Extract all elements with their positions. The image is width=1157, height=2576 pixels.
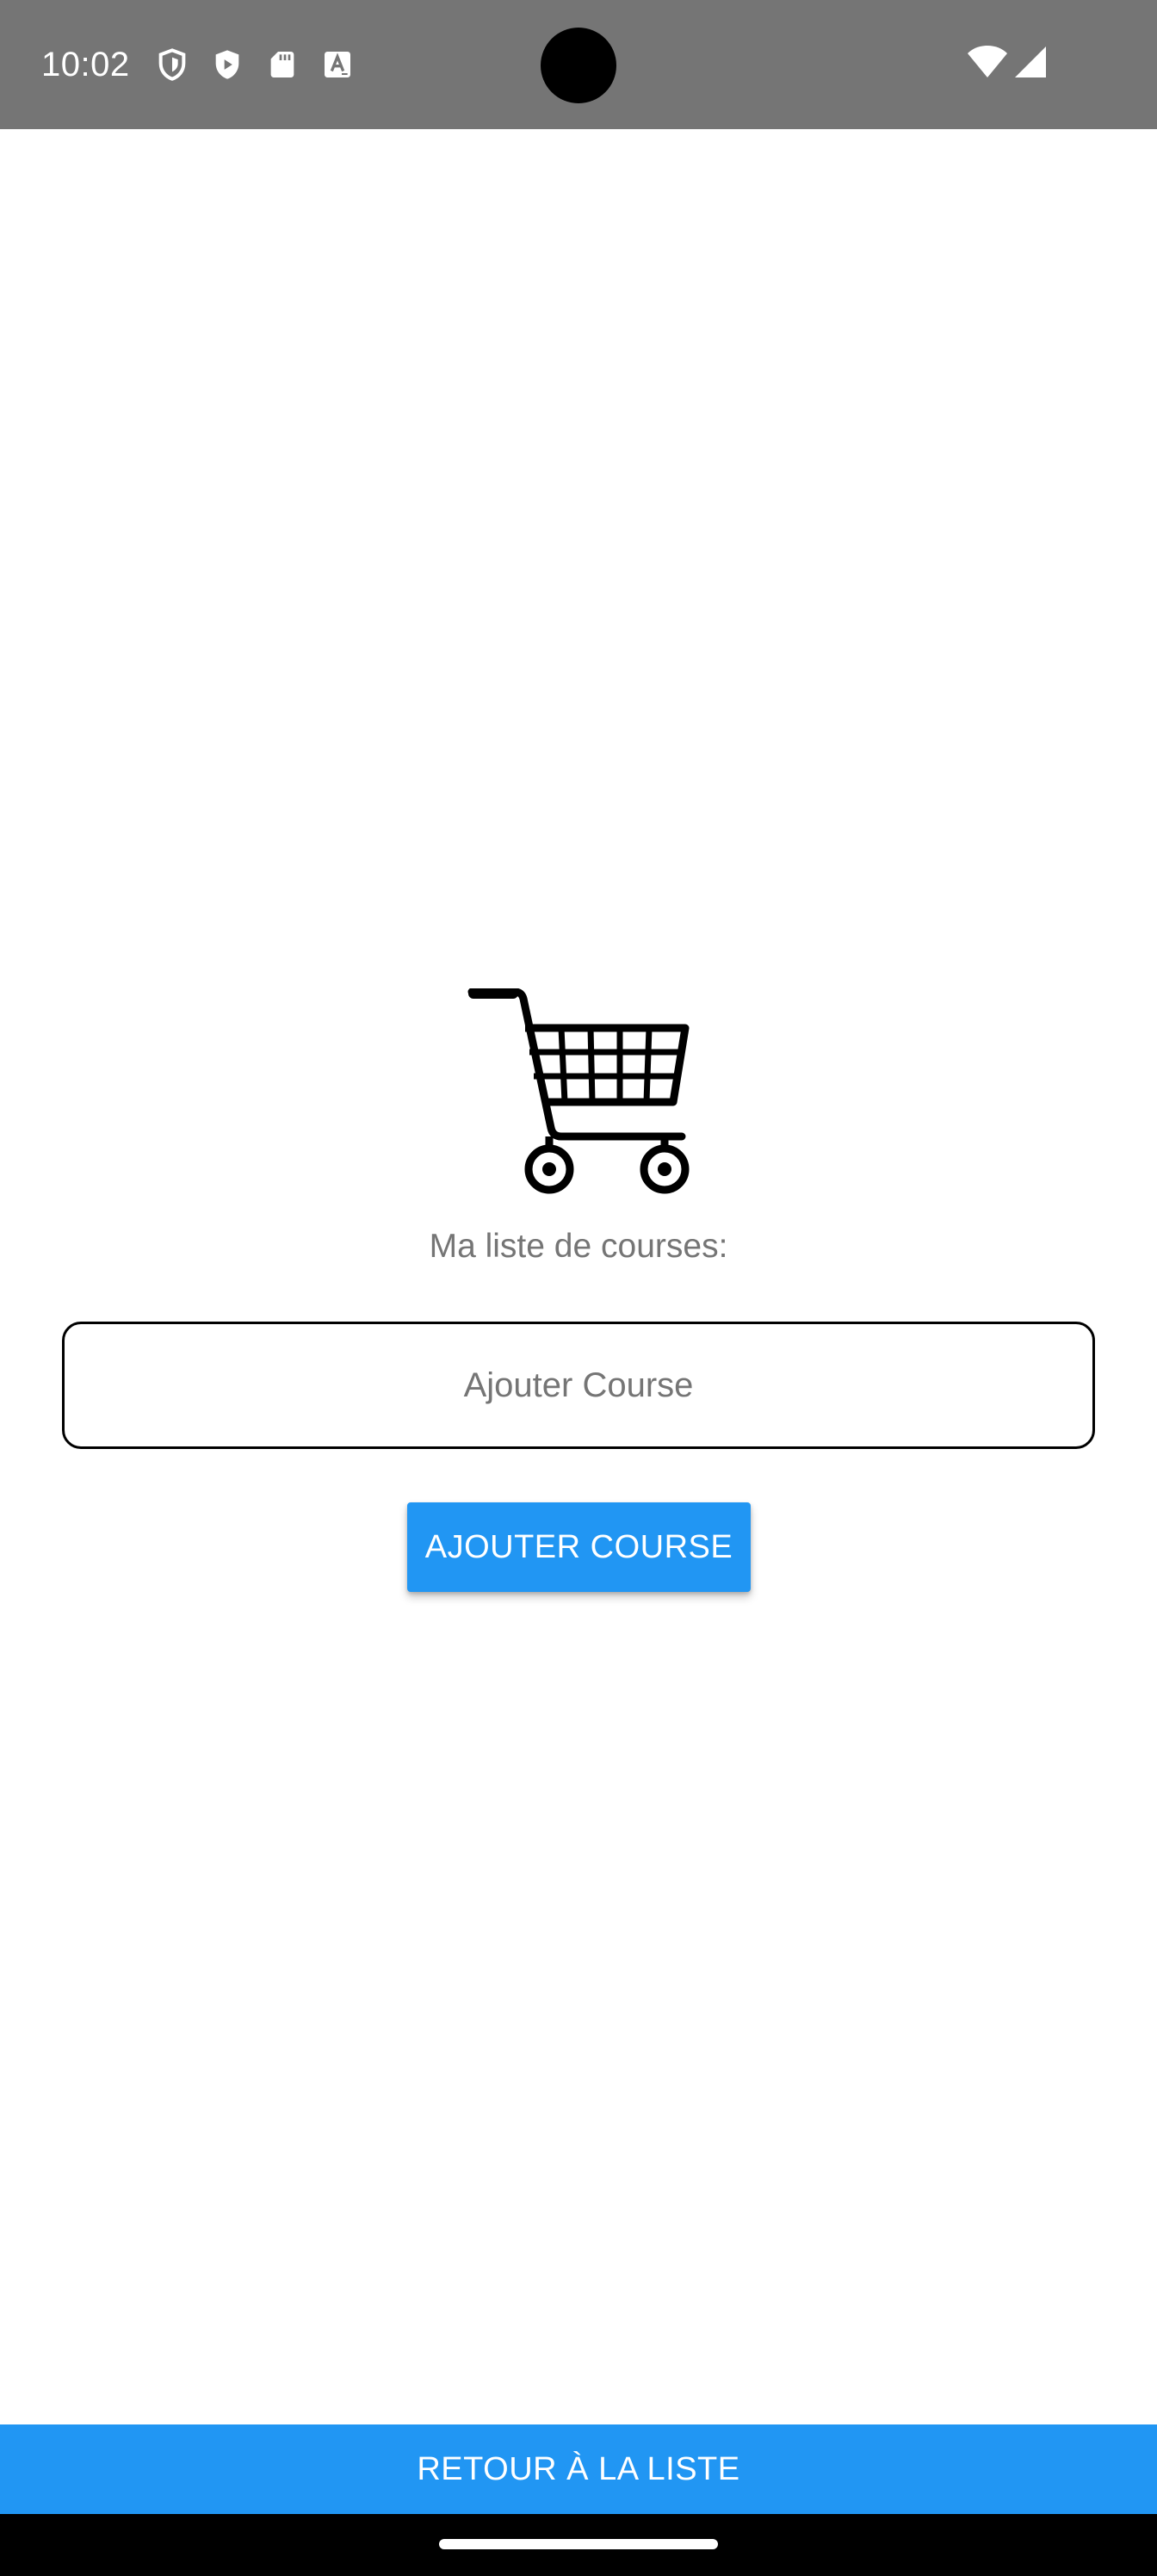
page-title: Ma liste de courses: <box>429 1228 728 1265</box>
play-protect-icon <box>215 50 239 79</box>
back-to-list-button[interactable]: RETOUR À LA LISTE <box>0 2424 1157 2514</box>
wifi-icon <box>968 46 1007 77</box>
shield-icon <box>158 48 186 81</box>
font-badge-icon <box>325 52 350 77</box>
front-camera <box>541 28 616 103</box>
sd-card-icon <box>270 52 294 77</box>
add-course-input[interactable] <box>62 1322 1095 1449</box>
status-notification-icons <box>155 47 355 82</box>
status-time: 10:02 <box>41 46 130 84</box>
cell-signal-icon <box>1015 46 1046 77</box>
status-system-icons <box>968 45 1047 79</box>
status-bar: 10:02 <box>0 0 1157 129</box>
add-course-button-label: AJOUTER COURSE <box>424 1528 733 1565</box>
add-course-button[interactable]: AJOUTER COURSE <box>407 1502 751 1592</box>
home-gesture-handle[interactable] <box>439 2539 718 2549</box>
back-to-list-button-label: RETOUR À LA LISTE <box>417 2450 740 2487</box>
shopping-cart-icon <box>467 988 690 1194</box>
